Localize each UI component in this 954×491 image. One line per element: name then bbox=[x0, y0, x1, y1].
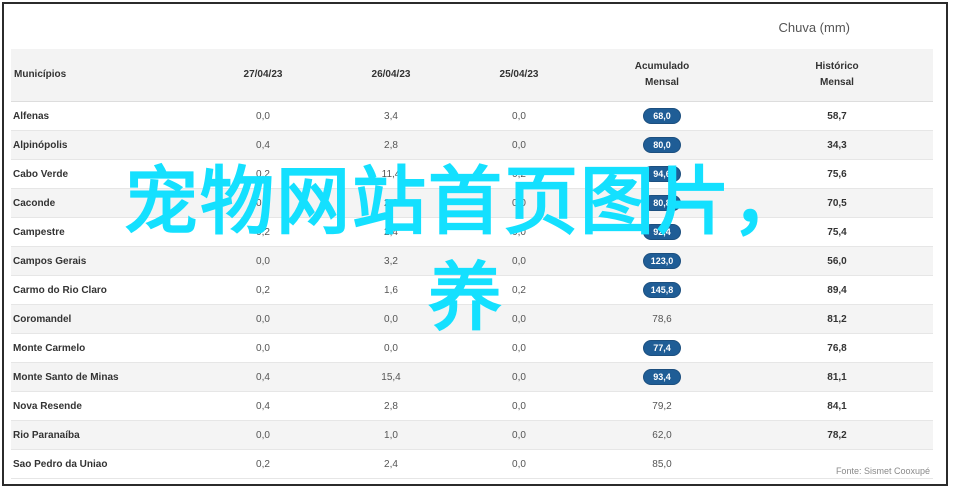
header-historico-line1: Histórico bbox=[815, 61, 859, 72]
header-date-1[interactable]: 27/04/23 bbox=[199, 49, 327, 102]
acumulado-badge: 80,0 bbox=[643, 137, 681, 153]
date-1-cell: 0,0 bbox=[199, 420, 327, 450]
date-2-cell: 2,4 bbox=[327, 449, 455, 479]
date-2-cell: 3,4 bbox=[327, 101, 455, 131]
municipio-cell: Nova Resende bbox=[11, 391, 199, 421]
header-acumulado[interactable]: Acumulado Mensal bbox=[583, 49, 741, 102]
historico-cell: 78,2 bbox=[741, 420, 933, 450]
historico-cell: 84,1 bbox=[741, 391, 933, 421]
header-historico-line2: Mensal bbox=[820, 77, 854, 88]
date-3-cell: 0,0 bbox=[455, 101, 583, 131]
date-2-cell: 15,4 bbox=[327, 362, 455, 392]
historico-cell: 58,7 bbox=[741, 101, 933, 131]
table-header-row: Municípios 27/04/23 26/04/23 25/04/23 Ac… bbox=[11, 49, 933, 102]
table-row: Alfenas 0,0 3,4 0,0 68,0 58,7 bbox=[11, 101, 933, 131]
municipio-cell: Sao Pedro da Uniao bbox=[11, 449, 199, 479]
table-row: Rio Paranaíba 0,0 1,0 0,0 62,0 78,2 bbox=[11, 420, 933, 450]
date-1-cell: 0,2 bbox=[199, 449, 327, 479]
date-1-cell: 0,0 bbox=[199, 101, 327, 131]
header-historico[interactable]: Histórico Mensal bbox=[741, 49, 933, 102]
acumulado-cell: 85,0 bbox=[583, 449, 741, 479]
acumulado-cell: 62,0 bbox=[583, 420, 741, 450]
municipio-cell: Monte Santo de Minas bbox=[11, 362, 199, 392]
header-date-3[interactable]: 25/04/23 bbox=[455, 49, 583, 102]
acumulado-cell: 93,4 bbox=[583, 362, 741, 392]
municipio-cell: Rio Paranaíba bbox=[11, 420, 199, 450]
chart-title: Chuva (mm) bbox=[778, 20, 850, 35]
date-3-cell: 0,0 bbox=[455, 420, 583, 450]
acumulado-cell: 79,2 bbox=[583, 391, 741, 421]
table-row: Nova Resende 0,4 2,8 0,0 79,2 84,1 bbox=[11, 391, 933, 421]
table-row: Sao Pedro da Uniao 0,2 2,4 0,0 85,0 bbox=[11, 449, 933, 479]
acumulado-badge: 68,0 bbox=[643, 108, 681, 124]
date-2-cell: 2,8 bbox=[327, 391, 455, 421]
date-2-cell: 1,0 bbox=[327, 420, 455, 450]
header-acumulado-line2: Mensal bbox=[645, 77, 679, 88]
table-row: Monte Santo de Minas 0,4 15,4 0,0 93,4 81,1 bbox=[11, 362, 933, 392]
header-acumulado-line1: Acumulado bbox=[634, 61, 690, 72]
date-1-cell: 0,4 bbox=[199, 391, 327, 421]
historico-cell: 81,1 bbox=[741, 362, 933, 392]
overlay-text: 宠物网站首页图片， 养 bbox=[46, 154, 886, 346]
acumulado-badge: 93,4 bbox=[643, 369, 681, 385]
overlay-line-2: 养 bbox=[428, 255, 504, 341]
chart-frame: Chuva (mm) Municípios 27/04/23 26/04/23 … bbox=[2, 2, 948, 486]
date-1-cell: 0,4 bbox=[199, 362, 327, 392]
date-3-cell: 0,0 bbox=[455, 391, 583, 421]
overlay-line-1: 宠物网站首页图片， bbox=[124, 159, 808, 245]
header-date-2[interactable]: 26/04/23 bbox=[327, 49, 455, 102]
municipio-cell: Alfenas bbox=[11, 101, 199, 131]
header-municipios[interactable]: Municípios bbox=[11, 49, 199, 102]
date-3-cell: 0,0 bbox=[455, 449, 583, 479]
source-note: Fonte: Sismet Cooxupé bbox=[835, 466, 930, 476]
acumulado-cell: 68,0 bbox=[583, 101, 741, 131]
date-3-cell: 0,0 bbox=[455, 362, 583, 392]
